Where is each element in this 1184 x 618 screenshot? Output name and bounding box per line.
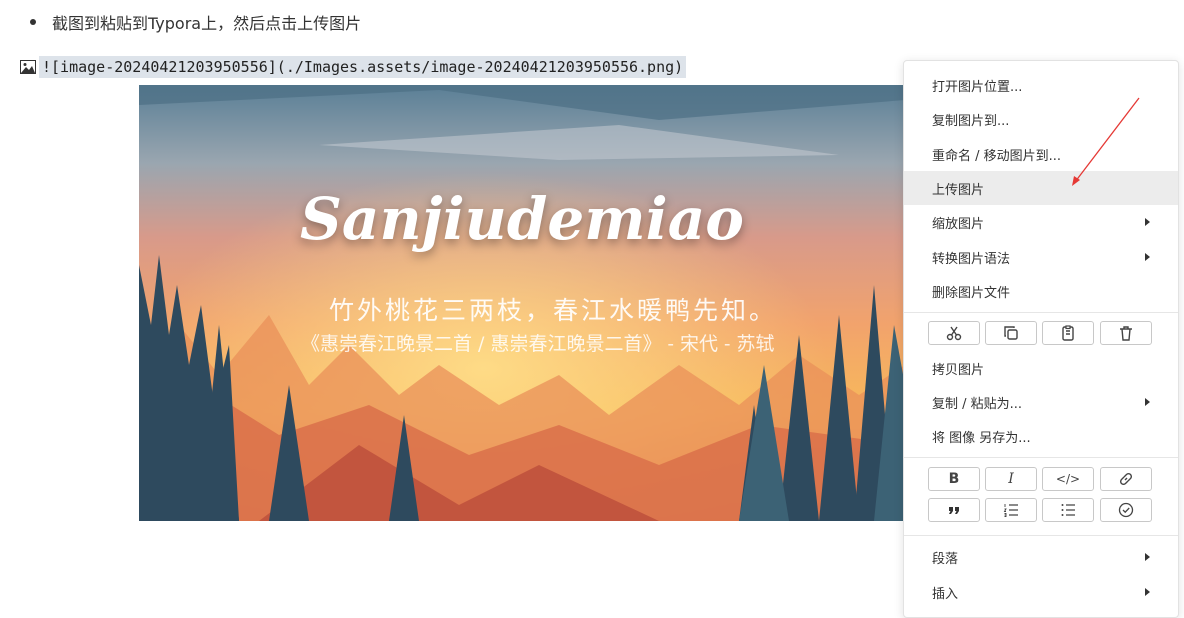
menu-item-label: 插入	[932, 586, 959, 602]
bullet-icon	[30, 19, 36, 25]
copy-icon	[1004, 326, 1018, 340]
image-title-text: Sanjiudemiao	[300, 185, 744, 253]
menu-item-label: 缩放图片	[932, 216, 985, 232]
paste-icon	[1062, 325, 1074, 341]
menu-item-upload-image[interactable]: 上传图片	[904, 171, 1178, 205]
task-list-button[interactable]	[1100, 498, 1152, 522]
image-icon	[20, 60, 36, 74]
bold-icon: B	[948, 471, 960, 487]
list-item: 截图到粘贴到Typora上，然后点击上传图片	[30, 10, 361, 34]
italic-button[interactable]: I	[985, 467, 1037, 491]
menu-item-copy-image[interactable]: 拷贝图片	[904, 351, 1178, 385]
italic-icon: I	[1008, 471, 1014, 487]
submenu-arrow-icon	[1145, 553, 1150, 561]
delete-icon	[1120, 326, 1132, 341]
menu-separator	[904, 535, 1178, 536]
menu-item-open-image-location[interactable]: 打开图片位置...	[904, 68, 1178, 102]
bold-button[interactable]: B	[928, 467, 980, 491]
cut-button[interactable]	[928, 321, 980, 345]
submenu-arrow-icon	[1145, 398, 1150, 406]
link-icon	[1119, 472, 1133, 486]
paste-button[interactable]	[1042, 321, 1094, 345]
cut-icon	[946, 326, 962, 341]
menu-item-label: 转换图片语法	[932, 251, 1011, 267]
unordered-list-button[interactable]	[1042, 498, 1094, 522]
image-markdown-source[interactable]: ![image-20240421203950556](./Images.asse…	[20, 54, 687, 80]
ordered-list-button[interactable]	[985, 498, 1037, 522]
menu-item-label: 段落	[932, 551, 959, 567]
menu-separator	[904, 312, 1178, 313]
image-source-text: 《惠崇春江晚景二首 / 惠崇春江晚景二首》 - 宋代 - 苏轼	[301, 333, 775, 355]
submenu-arrow-icon	[1145, 253, 1150, 261]
menu-item-label: 复制图片到...	[932, 113, 1010, 129]
menu-item-label: 重命名 / 移动图片到...	[932, 148, 1062, 164]
menu-item-rename-move-image[interactable]: 重命名 / 移动图片到...	[904, 137, 1178, 171]
submenu-arrow-icon	[1145, 218, 1150, 226]
menu-item-copy-paste-as[interactable]: 复制 / 粘贴为...	[904, 385, 1178, 419]
menu-separator	[904, 457, 1178, 458]
link-button[interactable]	[1100, 467, 1152, 491]
task-list-icon	[1118, 502, 1134, 518]
code-button[interactable]: </>	[1042, 467, 1094, 491]
menu-item-label: 拷贝图片	[932, 362, 985, 378]
menu-item-label: 将 图像 另存为...	[932, 430, 1031, 446]
rendered-image[interactable]: Sanjiudemiao 竹外桃花三两枝，春江水暖鸭先知。 《惠崇春江晚景二首 …	[139, 85, 905, 521]
menu-item-label: 复制 / 粘贴为...	[932, 396, 1023, 412]
menu-item-convert-image-syntax[interactable]: 转换图片语法	[904, 240, 1178, 274]
image-markdown-text[interactable]: ![image-20240421203950556](./Images.asse…	[39, 56, 687, 78]
menu-item-delete-image-file[interactable]: 删除图片文件	[904, 274, 1178, 308]
menu-item-label: 上传图片	[932, 182, 985, 198]
menu-item-paragraph[interactable]: 段落	[904, 540, 1178, 574]
copy-button[interactable]	[985, 321, 1037, 345]
ordered-list-icon	[1003, 504, 1018, 517]
context-menu: 打开图片位置... 复制图片到... 重命名 / 移动图片到... 上传图片 缩…	[903, 60, 1179, 618]
menu-item-insert[interactable]: 插入	[904, 575, 1178, 609]
menu-item-label: 删除图片文件	[932, 285, 1011, 301]
menu-item-zoom-image[interactable]: 缩放图片	[904, 205, 1178, 239]
delete-button[interactable]	[1100, 321, 1152, 345]
code-icon: </>	[1055, 472, 1081, 486]
menu-item-copy-image-to[interactable]: 复制图片到...	[904, 102, 1178, 136]
unordered-list-icon	[1061, 504, 1075, 516]
quote-button[interactable]	[928, 498, 980, 522]
quote-icon	[949, 507, 959, 514]
list-item-text: 截图到粘贴到Typora上，然后点击上传图片	[52, 14, 362, 33]
submenu-arrow-icon	[1145, 588, 1150, 596]
image-poem-text: 竹外桃花三两枝，春江水暖鸭先知。	[329, 296, 778, 325]
menu-item-save-image-as[interactable]: 将 图像 另存为...	[904, 419, 1178, 453]
menu-item-label: 打开图片位置...	[932, 79, 1023, 95]
